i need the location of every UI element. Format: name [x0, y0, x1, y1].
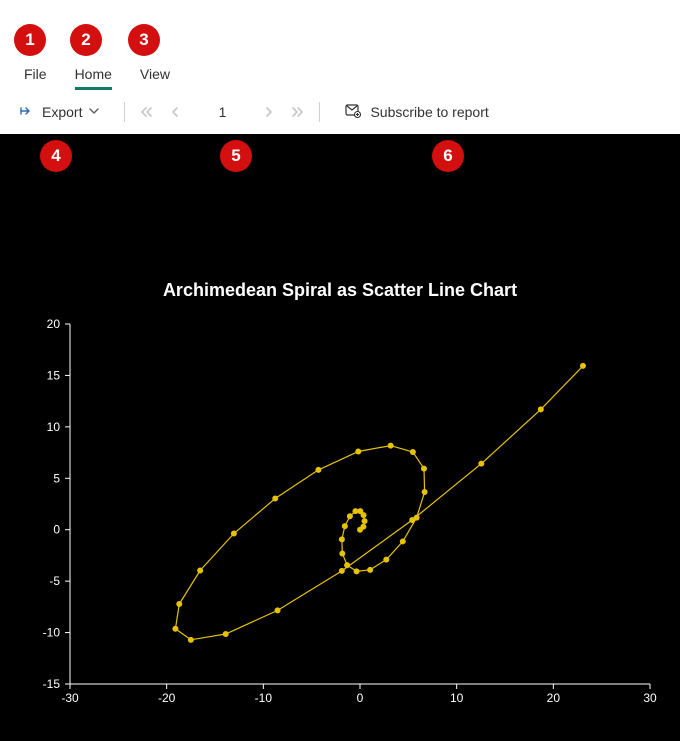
subscribe-icon	[344, 102, 362, 123]
svg-text:-10: -10	[255, 691, 273, 705]
menu-bar: File Home View	[0, 0, 680, 90]
svg-text:5: 5	[53, 471, 60, 485]
svg-text:15: 15	[47, 368, 61, 382]
chevron-down-icon	[88, 104, 100, 120]
tab-file[interactable]: File	[10, 58, 61, 90]
export-button[interactable]: Export	[10, 99, 110, 126]
tab-home[interactable]: Home	[61, 58, 126, 90]
tab-view[interactable]: View	[126, 58, 184, 90]
svg-text:0: 0	[357, 691, 364, 705]
chart-title: Archimedean Spiral as Scatter Line Chart	[0, 280, 680, 301]
export-icon	[20, 103, 36, 122]
svg-text:-10: -10	[43, 626, 61, 640]
svg-text:30: 30	[643, 691, 657, 705]
pager-page-number[interactable]: 1	[197, 104, 247, 120]
svg-text:-20: -20	[158, 691, 176, 705]
toolbar-divider	[319, 102, 320, 122]
pager-next-button[interactable]	[263, 105, 275, 119]
pager: 1	[139, 104, 305, 120]
toolbar: Export 1 Subscribe to rep	[0, 90, 680, 134]
svg-text:-15: -15	[43, 677, 61, 691]
subscribe-button[interactable]: Subscribe to report	[334, 98, 498, 127]
svg-text:20: 20	[47, 317, 61, 331]
pager-first-button[interactable]	[139, 105, 153, 119]
scatter-line-chart: -15 -10 -5 0 5 10 15 20 -30 -20 -10 0 10 20 30	[10, 314, 670, 724]
toolbar-divider	[124, 102, 125, 122]
svg-text:-5: -5	[49, 574, 60, 588]
chart-area: Archimedean Spiral as Scatter Line Chart…	[0, 134, 680, 741]
subscribe-button-label: Subscribe to report	[370, 104, 488, 120]
pager-last-button[interactable]	[291, 105, 305, 119]
pager-prev-button[interactable]	[169, 105, 181, 119]
export-button-label: Export	[42, 104, 82, 120]
svg-text:20: 20	[547, 691, 561, 705]
svg-text:10: 10	[47, 420, 61, 434]
svg-text:-30: -30	[61, 691, 79, 705]
svg-text:0: 0	[53, 523, 60, 537]
svg-text:10: 10	[450, 691, 464, 705]
